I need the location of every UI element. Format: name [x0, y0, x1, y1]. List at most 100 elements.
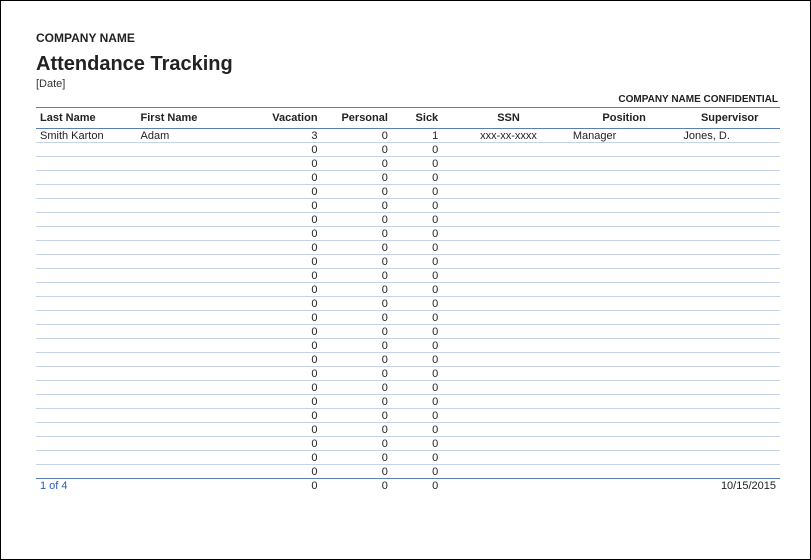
cell-first-name — [137, 227, 248, 241]
table-row: 000 — [36, 185, 780, 199]
cell-personal: 0 — [328, 255, 398, 269]
cell-supervisor — [679, 395, 780, 409]
cell-last-name — [36, 199, 137, 213]
cell-ssn — [448, 465, 569, 479]
cell-sick: 0 — [398, 395, 448, 409]
cell-sick: 0 — [398, 353, 448, 367]
cell-last-name — [36, 451, 137, 465]
cell-sick: 0 — [398, 465, 448, 479]
cell-sick: 0 — [398, 227, 448, 241]
cell-sick: 0 — [398, 269, 448, 283]
cell-position — [569, 171, 680, 185]
cell-vacation: 0 — [247, 269, 327, 283]
cell-personal: 0 — [328, 143, 398, 157]
cell-supervisor — [679, 241, 780, 255]
cell-supervisor — [679, 451, 780, 465]
cell-first-name — [137, 143, 248, 157]
cell-last-name — [36, 423, 137, 437]
cell-personal: 0 — [328, 395, 398, 409]
cell-personal: 0 — [328, 437, 398, 451]
cell-personal: 0 — [328, 325, 398, 339]
cell-position — [569, 143, 680, 157]
cell-sick: 0 — [398, 241, 448, 255]
cell-position — [569, 437, 680, 451]
cell-last-name — [36, 311, 137, 325]
cell-last-name — [36, 465, 137, 479]
cell-vacation: 0 — [247, 409, 327, 423]
cell-sick: 0 — [398, 143, 448, 157]
table-row: 000 — [36, 241, 780, 255]
cell-position: Manager — [569, 129, 680, 143]
cell-supervisor — [679, 423, 780, 437]
cell-first-name — [137, 395, 248, 409]
cell-vacation: 0 — [247, 395, 327, 409]
cell-sick: 0 — [398, 311, 448, 325]
table-row: 000 — [36, 395, 780, 409]
cell-sick: 0 — [398, 283, 448, 297]
cell-last-name — [36, 339, 137, 353]
table-row: 000 — [36, 311, 780, 325]
document-title: Attendance Tracking — [36, 53, 780, 76]
cell-vacation: 0 — [247, 465, 327, 479]
cell-supervisor — [679, 227, 780, 241]
table-row: 000 — [36, 423, 780, 437]
cell-supervisor — [679, 381, 780, 395]
cell-vacation: 0 — [247, 283, 327, 297]
table-row: 000 — [36, 255, 780, 269]
cell-personal: 0 — [328, 353, 398, 367]
cell-ssn — [448, 437, 569, 451]
cell-ssn — [448, 143, 569, 157]
cell-sick: 0 — [398, 297, 448, 311]
cell-sick: 0 — [398, 171, 448, 185]
cell-position — [569, 227, 680, 241]
cell-first-name — [137, 437, 248, 451]
col-sick: Sick — [398, 108, 448, 129]
cell-supervisor — [679, 185, 780, 199]
cell-ssn — [448, 353, 569, 367]
cell-ssn — [448, 297, 569, 311]
cell-supervisor — [679, 325, 780, 339]
cell-position — [569, 311, 680, 325]
cell-personal: 0 — [328, 465, 398, 479]
cell-ssn — [448, 199, 569, 213]
cell-position — [569, 353, 680, 367]
footer-personal-total: 0 — [328, 479, 398, 493]
cell-supervisor — [679, 297, 780, 311]
cell-last-name — [36, 367, 137, 381]
cell-supervisor — [679, 157, 780, 171]
cell-sick: 0 — [398, 199, 448, 213]
footer-row: 1 of 4 0 0 0 10/15/2015 — [36, 479, 780, 493]
cell-ssn — [448, 227, 569, 241]
cell-last-name — [36, 171, 137, 185]
cell-first-name — [137, 213, 248, 227]
cell-personal: 0 — [328, 283, 398, 297]
cell-vacation: 0 — [247, 227, 327, 241]
cell-first-name — [137, 451, 248, 465]
cell-position — [569, 339, 680, 353]
table-row: 000 — [36, 199, 780, 213]
footer-sick-total: 0 — [398, 479, 448, 493]
cell-first-name: Adam — [137, 129, 248, 143]
table-body: Smith KartonAdam301xxx-xx-xxxxManagerJon… — [36, 129, 780, 479]
cell-first-name — [137, 157, 248, 171]
cell-sick: 0 — [398, 437, 448, 451]
cell-ssn — [448, 255, 569, 269]
cell-last-name — [36, 157, 137, 171]
cell-personal: 0 — [328, 297, 398, 311]
cell-ssn — [448, 325, 569, 339]
table-row: 000 — [36, 283, 780, 297]
cell-personal: 0 — [328, 185, 398, 199]
cell-personal: 0 — [328, 157, 398, 171]
cell-supervisor — [679, 199, 780, 213]
col-first-name: First Name — [137, 108, 248, 129]
cell-sick: 0 — [398, 367, 448, 381]
table-row: 000 — [36, 367, 780, 381]
cell-supervisor — [679, 213, 780, 227]
attendance-table: Last Name First Name Vacation Personal S… — [36, 107, 780, 493]
cell-sick: 0 — [398, 423, 448, 437]
cell-vacation: 0 — [247, 325, 327, 339]
cell-ssn — [448, 423, 569, 437]
cell-ssn — [448, 283, 569, 297]
cell-ssn — [448, 269, 569, 283]
cell-personal: 0 — [328, 199, 398, 213]
